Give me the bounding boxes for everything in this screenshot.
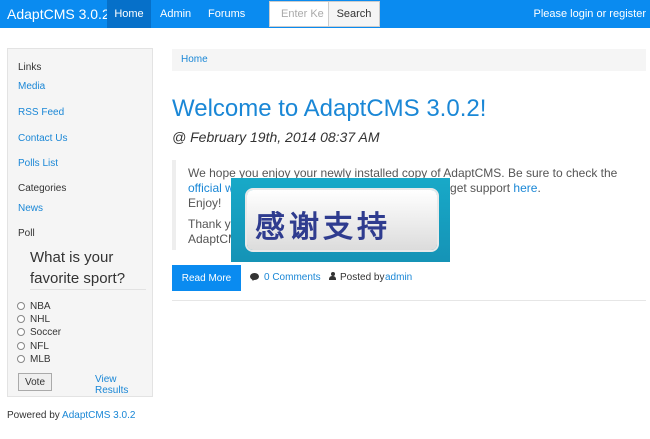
brand-link[interactable]: AdaptCMS 3.0.2 (7, 6, 110, 22)
radio-button[interactable] (17, 355, 25, 363)
read-more-button[interactable]: Read More (172, 265, 241, 291)
view-results-link[interactable]: View Results (95, 374, 152, 396)
poll-option-nhl[interactable]: NHL (17, 314, 50, 326)
poll-divider (30, 289, 146, 290)
radio-button[interactable] (17, 342, 25, 350)
breadcrumb-home-link[interactable]: Home (181, 54, 208, 65)
sidebar-link-rss-feed[interactable]: RSS Feed (18, 107, 64, 118)
poll-question: What is your favorite sport? (30, 249, 126, 287)
search-input[interactable] (269, 1, 328, 27)
vote-button[interactable]: Vote (18, 373, 52, 391)
comment-icon (250, 273, 259, 281)
official-website-link[interactable]: official w (188, 181, 234, 195)
body-line: Enjoy! (188, 196, 222, 210)
categories-heading: Categories (18, 183, 67, 194)
article-title[interactable]: Welcome to AdaptCMS 3.0.2! (172, 95, 486, 123)
sidebar: Links Media RSS Feed Contact Us Polls Li… (7, 48, 153, 397)
login-register-link[interactable]: Please login or register (533, 0, 646, 28)
body-line: Thank y (188, 217, 231, 231)
footer-prefix: Powered by (7, 410, 63, 421)
nav-forums[interactable]: Forums (208, 0, 245, 28)
poll-heading: Poll (18, 228, 35, 239)
radio-button[interactable] (17, 315, 25, 323)
footer-link[interactable]: AdaptCMS 3.0.2 (62, 410, 135, 421)
user-icon (329, 272, 336, 281)
sidebar-link-contact-us[interactable]: Contact Us (18, 133, 67, 144)
radio-button[interactable] (17, 302, 25, 310)
poll-option-nfl[interactable]: NFL (17, 341, 49, 353)
nav-admin[interactable]: Admin (160, 0, 191, 28)
sidebar-link-media[interactable]: Media (18, 81, 45, 92)
article-date: @ February 19th, 2014 08:37 AM (172, 129, 380, 145)
footer: Powered by AdaptCMS 3.0.2 (7, 410, 135, 421)
overlay-text: 感谢支持 (255, 210, 391, 245)
nav-home[interactable]: Home (107, 0, 151, 28)
thanks-overlay-image: 感谢支持 (231, 178, 450, 262)
top-navbar: AdaptCMS 3.0.2 Home Admin Forums Search … (0, 0, 650, 28)
comments-link[interactable]: 0 Comments (264, 272, 321, 283)
breadcrumb: Home (172, 49, 646, 71)
category-link-news[interactable]: News (18, 203, 43, 214)
posted-by-label: Posted by (340, 272, 385, 283)
poll-option-nba[interactable]: NBA (17, 301, 51, 313)
poll-option-soccer[interactable]: Soccer (17, 327, 61, 339)
sidebar-link-polls-list[interactable]: Polls List (18, 158, 58, 169)
article-divider (172, 300, 646, 301)
links-heading: Links (18, 62, 42, 73)
poll-option-mlb[interactable]: MLB (17, 354, 51, 366)
author-link[interactable]: admin (385, 272, 412, 283)
search-button[interactable]: Search (328, 1, 380, 27)
support-here-link[interactable]: here (513, 181, 537, 195)
body-line: official w nd you can get support here. (188, 181, 541, 195)
radio-button[interactable] (17, 328, 25, 336)
overlay-panel: 感谢支持 (247, 190, 437, 250)
